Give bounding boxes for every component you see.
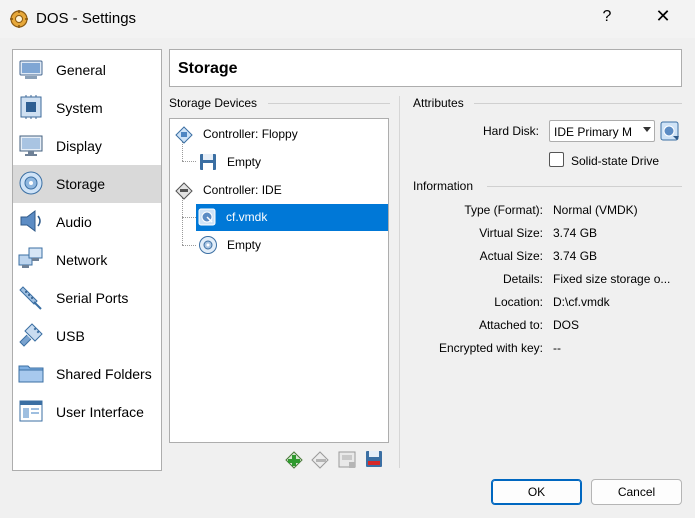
info-label-location: Location: <box>494 295 543 309</box>
information-title: Information <box>413 179 474 193</box>
ok-button[interactable]: OK <box>491 479 582 505</box>
storage-devices-title: Storage Devices <box>169 96 258 110</box>
system-chip-icon <box>20 95 42 119</box>
sidebar-item-label: Serial Ports <box>56 290 129 306</box>
audio-speaker-icon <box>20 210 41 232</box>
info-value-encrypted: -- <box>553 341 561 355</box>
choose-disk-icon[interactable] <box>660 120 680 142</box>
info-label-details: Details: <box>502 272 543 286</box>
sidebar-item-audio[interactable]: Audio <box>13 203 161 241</box>
remove-attachment-icon[interactable] <box>363 448 385 470</box>
sidebar-item-label: Network <box>56 252 108 268</box>
page-title: Storage <box>178 60 238 77</box>
tree-connector <box>182 245 196 246</box>
sidebar-item-shared-folders[interactable]: Shared Folders <box>13 355 161 393</box>
solid-state-drive-label[interactable]: Solid-state Drive <box>571 154 659 168</box>
ide-controller-icon <box>175 182 193 200</box>
chevron-down-icon <box>643 127 651 132</box>
sidebar-item-serial-ports[interactable]: Serial Ports <box>13 279 161 317</box>
hard-disk-icon <box>198 208 216 226</box>
sidebar-item-usb[interactable]: USB <box>13 317 161 355</box>
group-divider <box>474 103 682 104</box>
info-label-type: Type (Format): <box>464 203 543 217</box>
info-value-actual-size: 3.74 GB <box>553 249 598 263</box>
sidebar-item-label: USB <box>56 328 85 344</box>
floppy-disk-icon <box>200 154 216 170</box>
hard-disk-slot-select[interactable]: IDE Primary M <box>549 120 655 142</box>
title-bar: DOS - Settings ? ✕ <box>0 0 695 38</box>
tree-item-label: cf.vmdk <box>226 210 268 224</box>
storage-tree[interactable]: Controller: Floppy Empty Controller: IDE… <box>169 118 389 443</box>
sidebar-item-user-interface[interactable]: User Interface <box>13 393 161 431</box>
info-value-type: Normal (VMDK) <box>553 203 638 217</box>
sidebar-item-label: Audio <box>56 214 92 230</box>
info-value-location: D:\cf.vmdk <box>553 295 610 309</box>
sidebar-item-label: User Interface <box>56 404 144 420</box>
tree-item-optical-empty[interactable]: Empty <box>197 232 387 258</box>
group-divider <box>268 103 390 104</box>
hard-disk-slot-value: IDE Primary M <box>554 125 632 139</box>
group-divider <box>487 186 682 187</box>
sidebar-item-general[interactable]: General <box>13 51 161 89</box>
tree-item-floppy-empty[interactable]: Empty <box>197 149 387 175</box>
page-title-box: Storage <box>169 49 682 87</box>
close-button[interactable]: ✕ <box>651 6 675 27</box>
info-label-attached-to: Attached to: <box>478 318 543 332</box>
sidebar-item-label: System <box>56 100 103 116</box>
usb-icon <box>19 323 43 347</box>
sidebar-item-network[interactable]: Network <box>13 241 161 279</box>
add-attachment-icon[interactable] <box>283 448 305 470</box>
storage-disk-icon <box>19 171 43 195</box>
tree-item-controller-ide[interactable]: Controller: IDE <box>173 177 387 203</box>
info-value-details: Fixed size storage o... <box>553 272 671 286</box>
info-label-actual-size: Actual Size: <box>479 249 543 263</box>
hard-disk-label: Hard Disk: <box>483 124 540 138</box>
tree-item-label: Controller: Floppy <box>203 127 298 141</box>
attributes-title: Attributes <box>413 96 464 110</box>
tree-item-label: Controller: IDE <box>203 183 282 197</box>
settings-sidebar: General System Display Storage Audio Net… <box>12 49 162 471</box>
tree-item-label: Empty <box>227 155 262 169</box>
panel-separator <box>399 96 400 468</box>
general-icon <box>19 60 43 79</box>
floppy-controller-icon <box>175 126 193 144</box>
sidebar-item-label: Storage <box>56 176 106 192</box>
shared-folder-icon <box>18 365 44 383</box>
network-icon <box>18 247 43 268</box>
tree-connector <box>182 217 196 218</box>
sidebar-item-system[interactable]: System <box>13 89 161 127</box>
serial-port-icon <box>19 286 42 310</box>
virtualbox-app-icon <box>10 10 28 28</box>
tree-item-label: Empty <box>227 238 262 252</box>
sidebar-item-display[interactable]: Display <box>13 127 161 165</box>
tree-connector <box>182 161 196 162</box>
info-value-attached-to: DOS <box>553 318 580 332</box>
display-monitor-icon <box>19 135 43 156</box>
disk-edit-icon[interactable] <box>336 448 358 470</box>
remove-controller-icon[interactable] <box>309 448 331 470</box>
info-label-virtual-size: Virtual Size: <box>479 226 543 240</box>
sidebar-item-storage[interactable]: Storage <box>13 165 161 203</box>
tree-connector <box>182 197 183 245</box>
sidebar-item-label: Display <box>56 138 102 154</box>
cancel-button[interactable]: Cancel <box>591 479 682 505</box>
window-title: DOS - Settings <box>36 10 137 27</box>
info-value-virtual-size: 3.74 GB <box>553 226 598 240</box>
sidebar-item-label: Shared Folders <box>56 366 152 382</box>
sidebar-item-label: General <box>56 62 106 78</box>
help-button[interactable]: ? <box>597 8 617 26</box>
user-interface-icon <box>19 400 43 422</box>
tree-item-controller-floppy[interactable]: Controller: Floppy <box>173 121 387 147</box>
solid-state-drive-checkbox[interactable] <box>549 152 564 167</box>
optical-disc-icon <box>199 236 217 254</box>
tree-item-cf-vmdk[interactable]: cf.vmdk <box>196 204 388 231</box>
info-label-encrypted: Encrypted with key: <box>438 341 543 355</box>
